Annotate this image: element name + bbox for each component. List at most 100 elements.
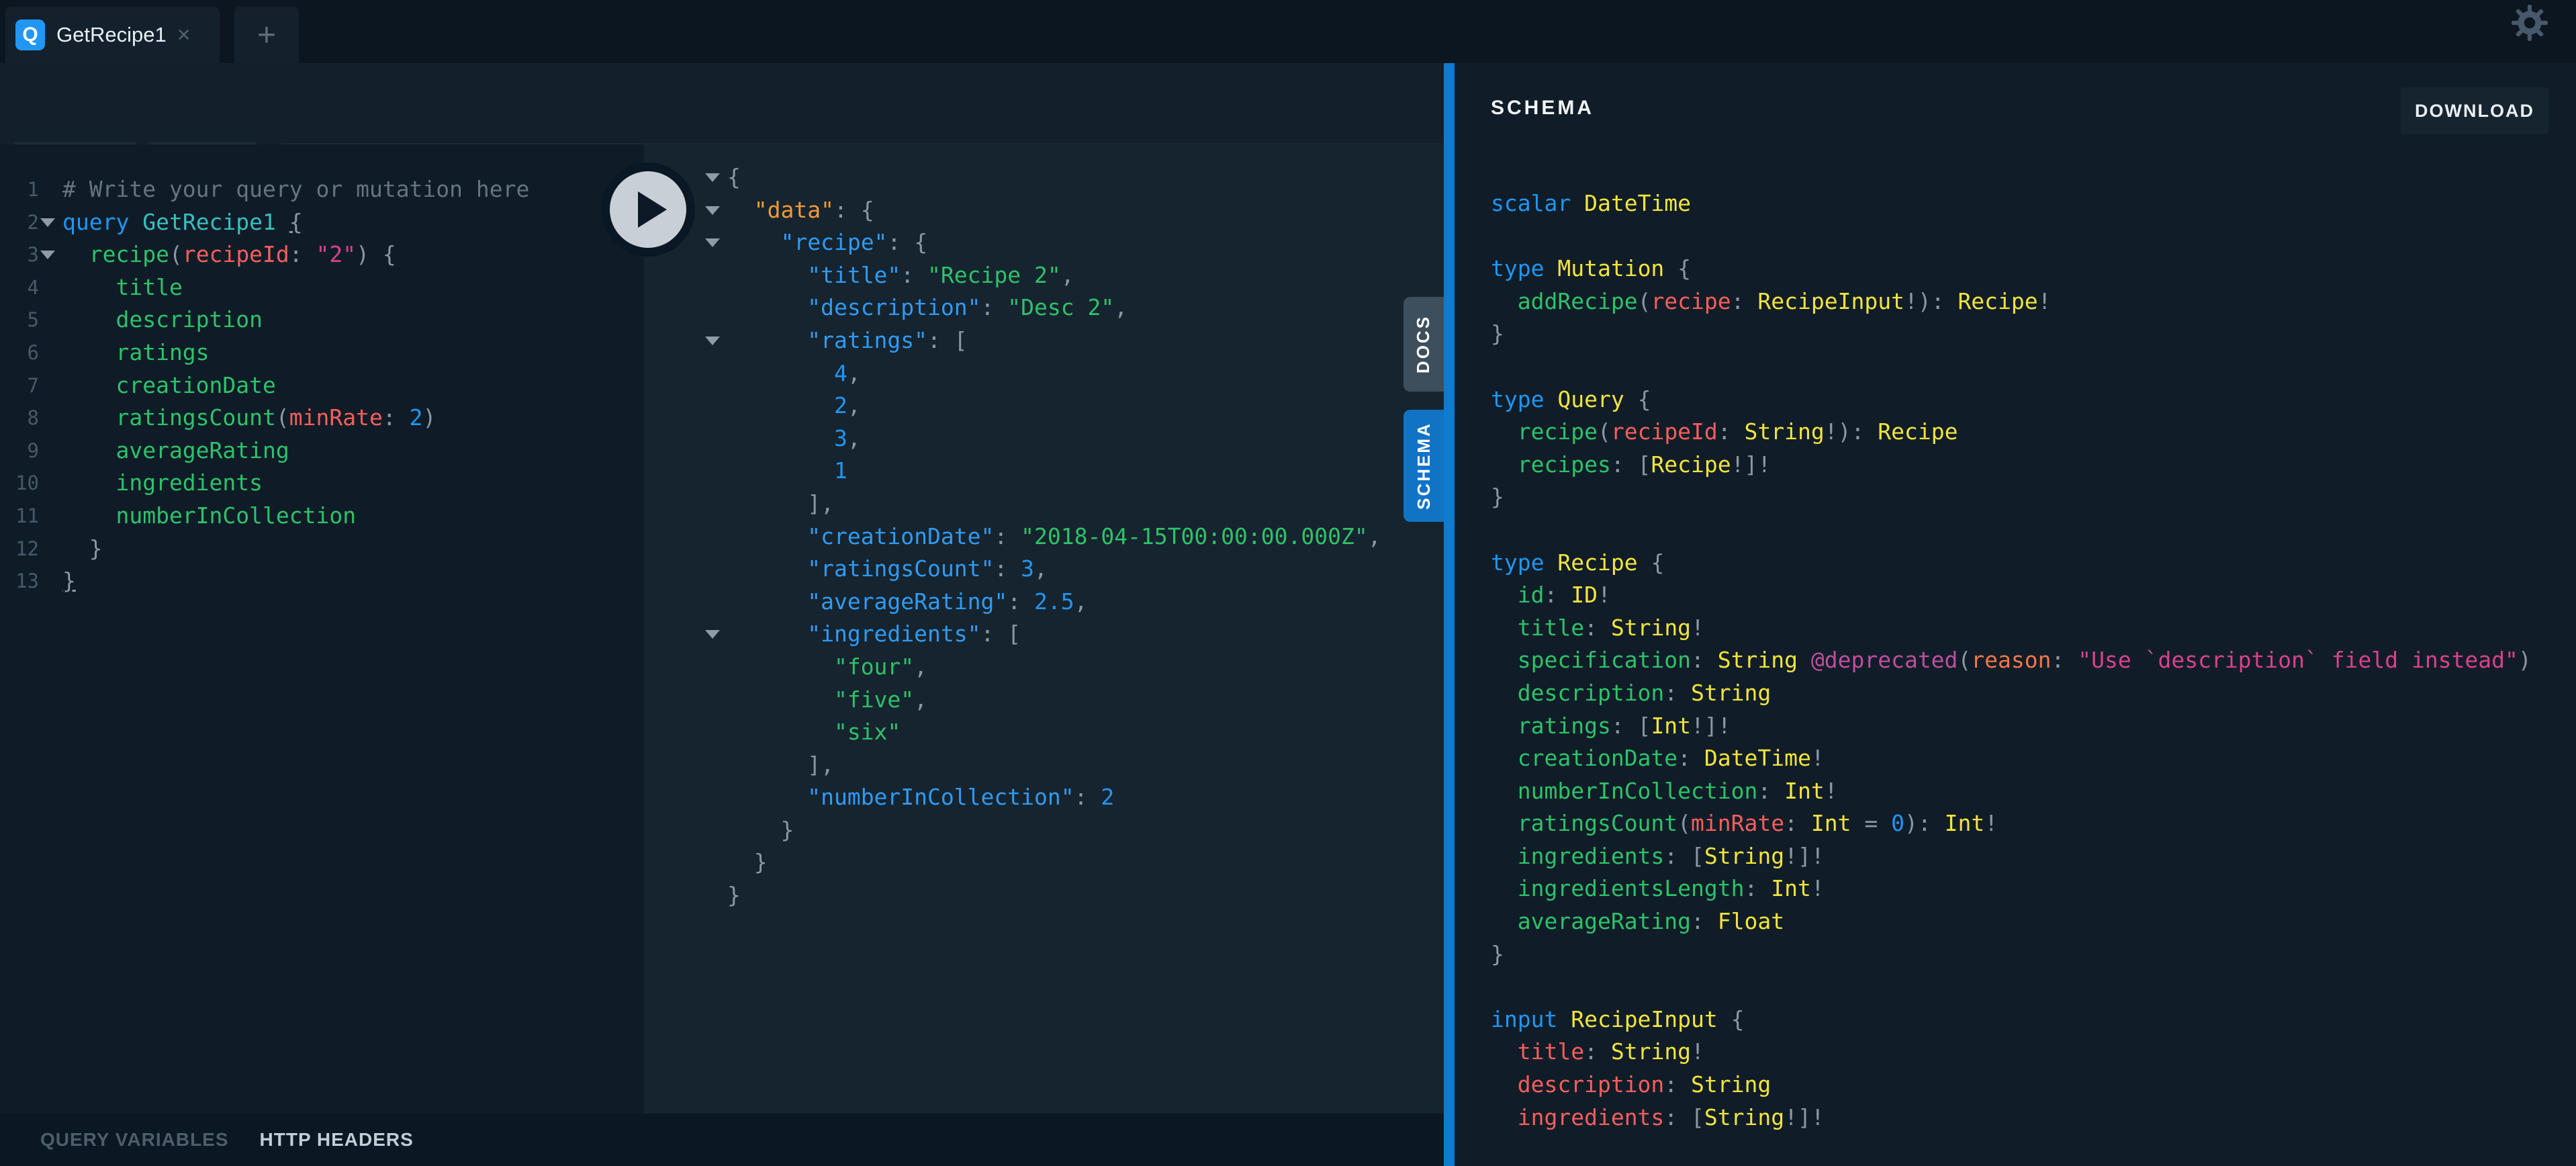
fold-arrow-icon[interactable]: [705, 337, 720, 345]
code-token: :: [1677, 745, 1704, 771]
code-line: ],: [727, 749, 1381, 782]
code-token: [1491, 451, 1518, 478]
code-line: 2query GetRecipe1 {: [62, 206, 529, 239]
code-token: !: [1811, 875, 1825, 901]
close-tab-icon[interactable]: ×: [177, 24, 191, 46]
code-token: }: [1491, 320, 1504, 347]
tab-getrecipe1[interactable]: Q GetRecipe1 ×: [5, 7, 220, 63]
code-line: scalar DateTime: [1491, 187, 2532, 220]
code-line: [1491, 514, 2532, 547]
code-token: :: [1731, 288, 1758, 314]
query-editor-code[interactable]: 1# Write your query or mutation here2que…: [62, 173, 529, 598]
code-token: :: [981, 621, 1008, 647]
code-line: description: String: [1491, 1069, 2532, 1102]
session-toolbar: PRETTIFY HISTORY ↺ http://[::1]:3000/gra…: [0, 63, 1444, 144]
code-line: "four",: [727, 651, 1381, 684]
code-token: title: [62, 274, 183, 300]
code-line: type Mutation {: [1491, 253, 2532, 285]
code-token: type: [1491, 255, 1544, 281]
query-variables-tab[interactable]: QUERY VARIABLES: [40, 1129, 229, 1151]
code-line: "ratingsCount": 3,: [727, 553, 1381, 586]
code-token: !):: [1904, 288, 1958, 314]
code-line: title: String!: [1491, 612, 2532, 645]
editor-footer-bar: QUERY VARIABLES HTTP HEADERS: [0, 1114, 1444, 1166]
code-token: {: [1718, 1006, 1745, 1032]
line-number: 1: [0, 173, 39, 206]
code-token: }: [1491, 484, 1504, 510]
fold-arrow-icon[interactable]: [705, 630, 720, 639]
code-token: :: [1664, 1071, 1691, 1097]
code-token: ) {: [356, 241, 396, 267]
code-token: :: [901, 262, 927, 288]
schema-side-tab[interactable]: SCHEMA: [1404, 410, 1444, 522]
code-token: :: [1584, 615, 1611, 641]
code-token: ,: [914, 654, 927, 680]
code-token: minRate: [1691, 810, 1784, 836]
line-number: 9: [0, 435, 39, 467]
code-token: "description": [807, 294, 980, 320]
execute-query-button[interactable]: [601, 163, 695, 257]
code-line: recipes: [Recipe!]!: [1491, 449, 2532, 482]
results-json-viewer: { "data": { "recipe": { "title": "Recipe…: [727, 161, 1381, 912]
code-token: DateTime: [1704, 745, 1811, 771]
code-token: : [: [1664, 843, 1704, 869]
line-number: 3: [0, 238, 39, 271]
code-token: [727, 719, 834, 745]
code-token: "Recipe 2": [927, 262, 1061, 288]
code-token: ): [422, 404, 436, 431]
code-line: 4 title: [62, 271, 529, 304]
code-token: Recipe: [1557, 549, 1637, 576]
code-token: {: [861, 197, 874, 223]
code-line: }: [1491, 481, 2532, 514]
code-token: [1557, 1006, 1571, 1032]
code-token: {: [289, 209, 303, 235]
code-token: query: [62, 209, 129, 235]
settings-gear-icon[interactable]: [2510, 3, 2549, 42]
line-number: 8: [0, 402, 39, 435]
code-token: title: [1518, 1038, 1584, 1065]
fold-arrow-icon[interactable]: [705, 238, 720, 247]
code-token: [727, 327, 807, 353]
code-token: [727, 784, 807, 810]
http-headers-tab[interactable]: HTTP HEADERS: [260, 1129, 414, 1151]
line-number: 13: [0, 565, 39, 598]
code-token: [1491, 647, 1518, 673]
code-line: "averageRating": 2.5,: [727, 586, 1381, 619]
code-line: "creationDate": "2018-04-15T00:00:00.000…: [727, 521, 1381, 553]
code-token: :: [1745, 875, 1772, 901]
pane-resize-divider[interactable]: [1444, 63, 1455, 1166]
fold-arrow-icon[interactable]: [40, 218, 55, 227]
docs-side-tab[interactable]: DOCS: [1404, 297, 1444, 392]
code-token: {: [1664, 255, 1691, 281]
code-token: type: [1491, 549, 1544, 576]
code-token: "ingredients": [807, 621, 980, 647]
code-token: "recipe": [780, 229, 887, 255]
download-schema-button[interactable]: DOWNLOAD: [2401, 87, 2548, 134]
code-token: [1491, 778, 1518, 804]
code-token: [727, 555, 807, 582]
code-token: specification: [1518, 647, 1691, 673]
code-token: [1491, 745, 1518, 771]
code-line: "ratings": [: [727, 324, 1381, 357]
code-token: !: [1598, 582, 1611, 608]
code-token: Recipe: [1958, 288, 2037, 314]
fold-arrow-icon[interactable]: [705, 206, 720, 215]
code-token: (: [1677, 810, 1691, 836]
code-token: "numberInCollection": [807, 784, 1074, 810]
code-token: 2: [834, 392, 847, 418]
code-token: ,: [914, 686, 927, 713]
docs-side-tab-label: DOCS: [1414, 315, 1434, 373]
new-tab-button[interactable]: +: [234, 7, 299, 63]
code-token: Recipe: [1878, 418, 1958, 445]
code-token: # Write your query or mutation here: [62, 176, 529, 202]
code-token: ,: [1034, 555, 1048, 582]
code-line: {: [727, 161, 1381, 194]
code-token: ID: [1571, 582, 1598, 608]
code-token: ,: [847, 392, 861, 418]
code-token: [727, 197, 754, 223]
code-token: :: [1664, 680, 1691, 706]
code-token: (: [1598, 418, 1611, 445]
fold-arrow-icon[interactable]: [705, 173, 720, 182]
code-token: [1491, 615, 1518, 641]
fold-arrow-icon[interactable]: [40, 251, 55, 259]
